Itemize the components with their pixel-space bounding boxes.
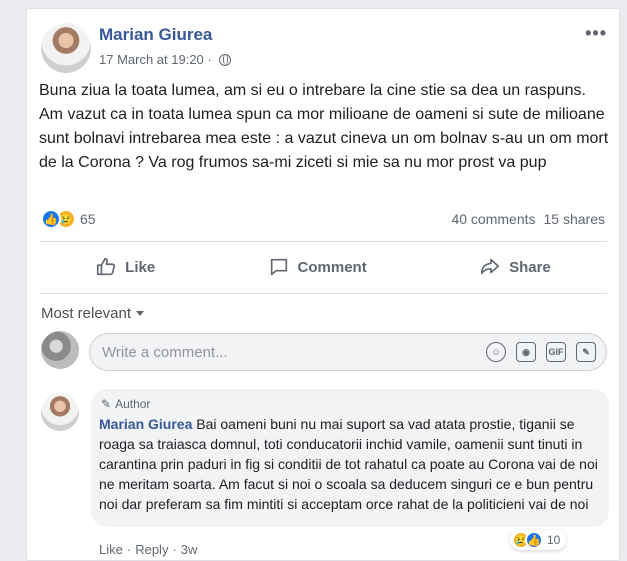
comment-author-name[interactable]: Marian Giurea: [99, 416, 192, 432]
pencil-icon: ✎: [101, 397, 112, 411]
post-time[interactable]: 17 March at 19:20 ·: [99, 52, 212, 67]
caret-down-icon: [136, 311, 145, 316]
emoji-icon[interactable]: ☺: [486, 342, 506, 362]
comment-like-link[interactable]: Like: [99, 542, 123, 557]
comment-input-icons: ☺ ◉ GIF ✎: [486, 342, 596, 362]
gif-icon[interactable]: GIF: [546, 342, 566, 362]
post-reactions[interactable]: 👍 😢 65: [41, 209, 96, 229]
comment-sort-dropdown[interactable]: Most relevant: [41, 305, 145, 322]
separator: ·: [126, 542, 132, 557]
post-card: Marian Giurea 17 March at 19:20 · ••• Bu…: [26, 8, 620, 561]
sort-label: Most relevant: [41, 305, 132, 322]
author-avatar[interactable]: [41, 23, 91, 73]
post-author-name[interactable]: Marian Giurea: [99, 25, 212, 45]
author-badge: ✎ Author: [101, 397, 150, 411]
camera-icon[interactable]: ◉: [516, 342, 536, 362]
like-reaction-icon: 👍: [41, 209, 61, 229]
post-counts: 40 comments 15 shares: [451, 211, 605, 227]
current-user-avatar: [41, 331, 79, 369]
comment-button[interactable]: Comment: [268, 256, 367, 278]
divider: [39, 241, 607, 242]
shares-count[interactable]: 15 shares: [544, 211, 605, 227]
share-label: Share: [509, 258, 551, 276]
comment-input[interactable]: Write a comment... ☺ ◉ GIF ✎: [89, 333, 607, 371]
comment-icon: [270, 258, 287, 276]
like-label: Like: [125, 258, 156, 276]
like-button[interactable]: Like: [95, 256, 155, 278]
comment-text: Marian Giurea Bai oameni buni nu mai sup…: [99, 414, 599, 514]
comment-actions: Like · Reply · 3w: [99, 542, 197, 557]
post-meta: 17 March at 19:20 ·: [99, 52, 231, 67]
author-badge-label: Author: [115, 397, 151, 411]
post-text: Buna ziua la toata lumea, am si eu o int…: [39, 82, 609, 171]
reaction-count: 65: [80, 211, 96, 227]
comment-reactions[interactable]: 😢 👍 10: [510, 530, 567, 550]
sticker-icon[interactable]: ✎: [576, 342, 596, 362]
divider: [39, 293, 607, 294]
comment-label: Comment: [297, 258, 367, 276]
post-actions: Like Comment Share: [39, 249, 607, 285]
globe-icon: [218, 53, 231, 66]
comment-bubble: ✎ Author Marian Giurea Bai oameni buni n…: [91, 389, 609, 527]
like-reaction-icon: 👍: [525, 531, 543, 549]
share-button[interactable]: Share: [479, 256, 551, 278]
separator: ·: [172, 542, 177, 557]
comment-input-placeholder: Write a comment...: [102, 343, 228, 361]
comments-count[interactable]: 40 comments: [451, 211, 535, 227]
comment-time[interactable]: 3w: [181, 542, 198, 557]
share-icon: [481, 258, 500, 275]
more-options-button[interactable]: •••: [585, 23, 607, 44]
comment-reply-link[interactable]: Reply: [135, 542, 168, 557]
comment-author-avatar[interactable]: [41, 393, 79, 431]
like-icon: [97, 257, 116, 276]
comment-reaction-count: 10: [547, 533, 561, 547]
